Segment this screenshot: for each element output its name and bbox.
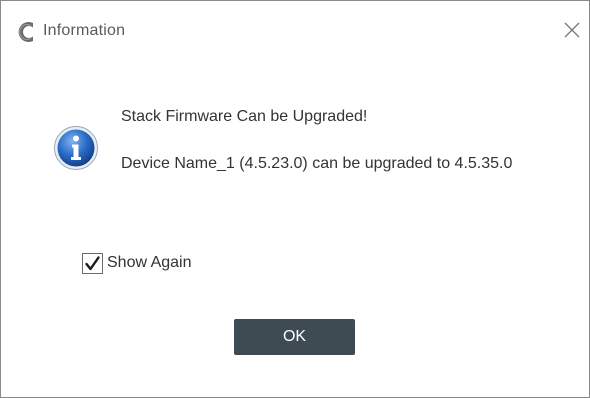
- app-logo-icon: [14, 20, 38, 44]
- title-bar[interactable]: Information: [1, 1, 589, 63]
- checkmark-icon: [85, 255, 100, 270]
- info-icon: [53, 125, 99, 171]
- message-detail: Device Name_1 (4.5.23.0) can be upgraded…: [121, 155, 513, 172]
- window-title: Information: [43, 22, 126, 39]
- ok-button[interactable]: OK: [234, 319, 355, 355]
- close-icon[interactable]: [561, 19, 583, 41]
- checkbox-box[interactable]: [82, 252, 103, 274]
- show-again-label: Show Again: [107, 254, 192, 271]
- show-again-checkbox[interactable]: Show Again: [82, 251, 192, 275]
- information-dialog: Information Stack Firmware Can be Upgrad…: [0, 0, 590, 398]
- message-heading: Stack Firmware Can be Upgraded!: [121, 108, 368, 125]
